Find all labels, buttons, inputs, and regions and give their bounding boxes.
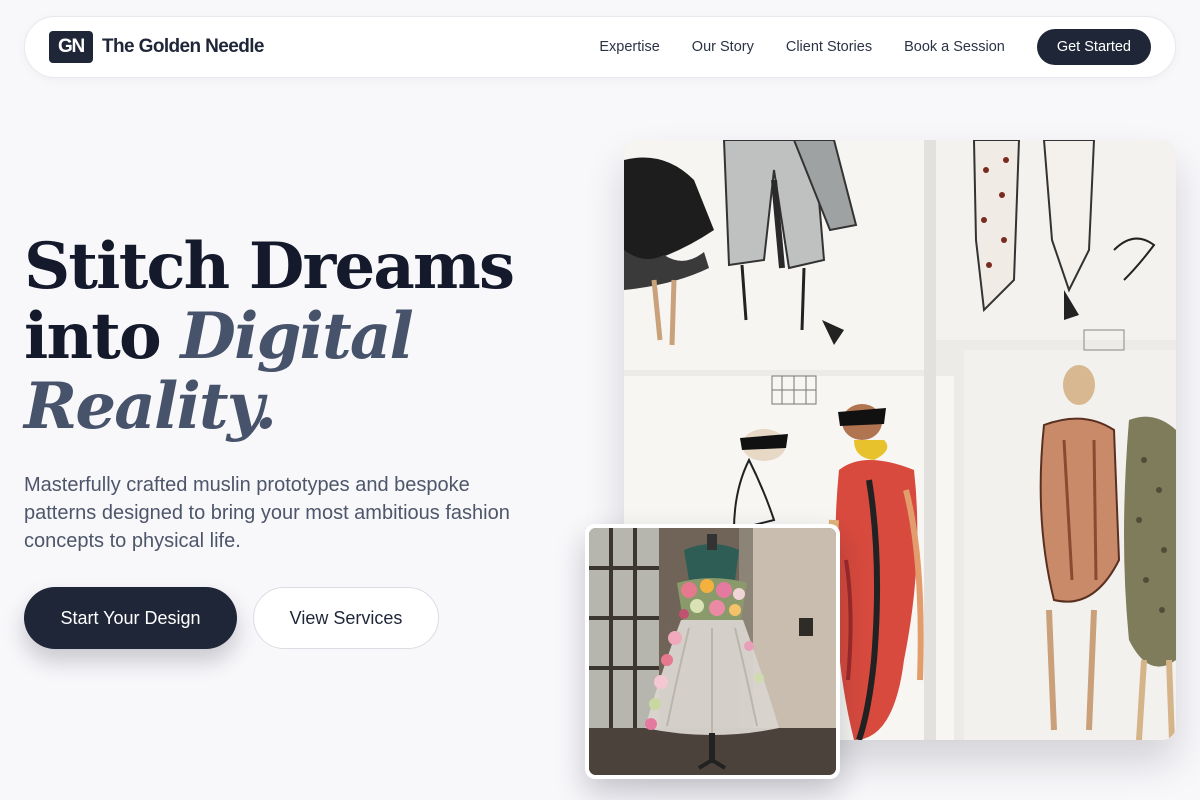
nav-links: Expertise Our Story Client Stories Book …: [599, 39, 1005, 55]
hero-subtitle: Masterfully crafted muslin prototypes an…: [24, 474, 510, 552]
brand-logo[interactable]: GN The Golden Needle: [49, 31, 264, 63]
nav-link-expertise[interactable]: Expertise: [599, 39, 659, 55]
nav-link-our-story[interactable]: Our Story: [692, 39, 754, 55]
floral-dress-form-photo: [585, 524, 840, 779]
nav-link-book-a-session[interactable]: Book a Session: [904, 39, 1005, 55]
brand-name: The Golden Needle: [102, 36, 264, 57]
hero-title-line2: into: [24, 299, 162, 374]
top-navigation: GN The Golden Needle Expertise Our Story…: [24, 16, 1176, 78]
view-services-button[interactable]: View Services: [253, 587, 439, 649]
floral-dress-form-frame: [589, 528, 836, 775]
hero-title-line1: Stitch Dreams: [24, 229, 515, 304]
hero-title-accent-reality: Reality.: [24, 369, 277, 444]
hero-title: Stitch Dreams into Digital Reality.: [24, 232, 584, 442]
get-started-button[interactable]: Get Started: [1036, 29, 1151, 65]
brand-mark: GN: [49, 31, 93, 63]
hero-title-accent-digital: Digital: [180, 299, 413, 374]
floral-dress-form-illustration: [589, 528, 836, 775]
nav-link-client-stories[interactable]: Client Stories: [786, 39, 872, 55]
start-your-design-button[interactable]: Start Your Design: [24, 587, 237, 649]
